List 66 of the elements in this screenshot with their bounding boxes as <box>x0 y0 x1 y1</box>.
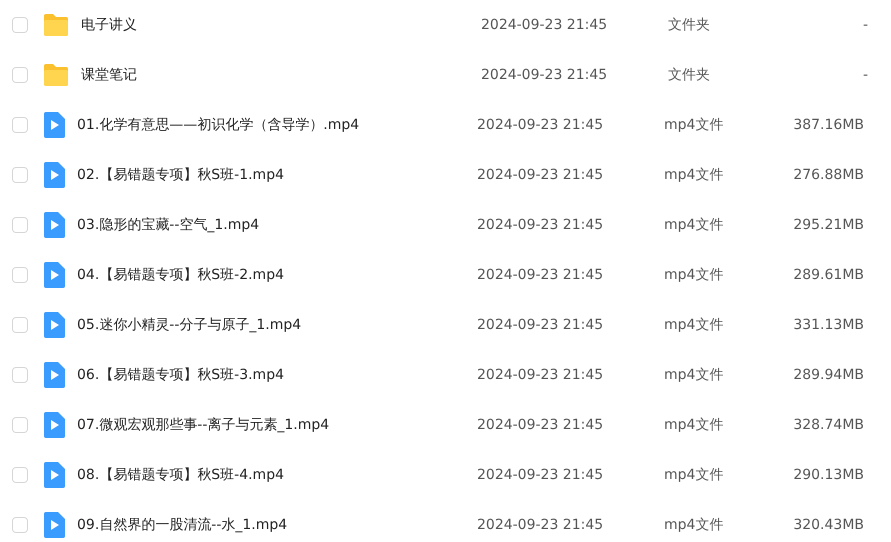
video-file-icon <box>43 112 65 138</box>
checkbox[interactable] <box>12 367 28 383</box>
file-type: mp4文件 <box>664 316 724 334</box>
modified-date: 2024-09-23 21:45 <box>477 517 604 533</box>
file-size: 328.74MB <box>792 417 864 433</box>
checkbox[interactable] <box>12 417 28 433</box>
video-file-icon <box>43 412 65 438</box>
file-type: 文件夹 <box>668 66 711 84</box>
file-type: mp4文件 <box>664 216 724 234</box>
file-name[interactable]: 09.自然界的一股清流--水_1.mp4 <box>77 516 477 534</box>
file-size: 289.61MB <box>792 267 864 283</box>
file-type: mp4文件 <box>664 166 724 184</box>
checkbox[interactable] <box>12 17 28 33</box>
file-size: - <box>862 67 868 83</box>
file-name[interactable]: 08.【易错题专项】秋S班-4.mp4 <box>77 466 477 484</box>
modified-date: 2024-09-23 21:45 <box>477 417 604 433</box>
video-file-icon <box>43 262 65 288</box>
checkbox[interactable] <box>12 217 28 233</box>
folder-icon <box>43 63 69 87</box>
modified-date: 2024-09-23 21:45 <box>477 117 604 133</box>
modified-date: 2024-09-23 21:45 <box>477 267 604 283</box>
file-name[interactable]: 02.【易错题专项】秋S班-1.mp4 <box>77 166 477 184</box>
file-size: - <box>862 17 868 33</box>
checkbox[interactable] <box>12 317 28 333</box>
modified-date: 2024-09-23 21:45 <box>477 167 604 183</box>
checkbox[interactable] <box>12 467 28 483</box>
file-name[interactable]: 06.【易错题专项】秋S班-3.mp4 <box>77 366 477 384</box>
file-size: 290.13MB <box>792 467 864 483</box>
video-file-icon <box>43 512 65 538</box>
file-name[interactable]: 05.迷你小精灵--分子与原子_1.mp4 <box>77 316 477 334</box>
file-type: mp4文件 <box>664 116 724 134</box>
modified-date: 2024-09-23 21:45 <box>481 67 608 83</box>
checkbox[interactable] <box>12 67 28 83</box>
video-file-icon <box>43 362 65 388</box>
checkbox[interactable] <box>12 267 28 283</box>
folder-icon <box>43 13 69 37</box>
file-type: mp4文件 <box>664 416 724 434</box>
modified-date: 2024-09-23 21:45 <box>477 217 604 233</box>
file-type: 文件夹 <box>668 16 711 34</box>
file-name[interactable]: 01.化学有意思——初识化学（含导学）.mp4 <box>77 116 477 134</box>
video-file-icon <box>43 162 65 188</box>
file-name[interactable]: 03.隐形的宝藏--空气_1.mp4 <box>77 216 477 234</box>
modified-date: 2024-09-23 21:45 <box>477 317 604 333</box>
checkbox[interactable] <box>12 167 28 183</box>
checkbox[interactable] <box>12 517 28 533</box>
modified-date: 2024-09-23 21:45 <box>481 17 608 33</box>
file-size: 331.13MB <box>792 317 864 333</box>
file-name[interactable]: 电子讲义 <box>81 16 481 34</box>
file-name[interactable]: 课堂笔记 <box>81 66 481 84</box>
file-size: 295.21MB <box>792 217 864 233</box>
video-file-icon <box>43 212 65 238</box>
file-size: 289.94MB <box>792 367 864 383</box>
video-file-icon <box>43 462 65 488</box>
video-file-icon <box>43 312 65 338</box>
file-size: 387.16MB <box>792 117 864 133</box>
file-type: mp4文件 <box>664 366 724 384</box>
file-type: mp4文件 <box>664 516 724 534</box>
file-name[interactable]: 04.【易错题专项】秋S班-2.mp4 <box>77 266 477 284</box>
file-type: mp4文件 <box>664 266 724 284</box>
file-size: 320.43MB <box>792 517 864 533</box>
file-name[interactable]: 07.微观宏观那些事--离子与元素_1.mp4 <box>77 416 477 434</box>
file-type: mp4文件 <box>664 466 724 484</box>
file-size: 276.88MB <box>792 167 864 183</box>
modified-date: 2024-09-23 21:45 <box>477 367 604 383</box>
modified-date: 2024-09-23 21:45 <box>477 467 604 483</box>
checkbox[interactable] <box>12 117 28 133</box>
